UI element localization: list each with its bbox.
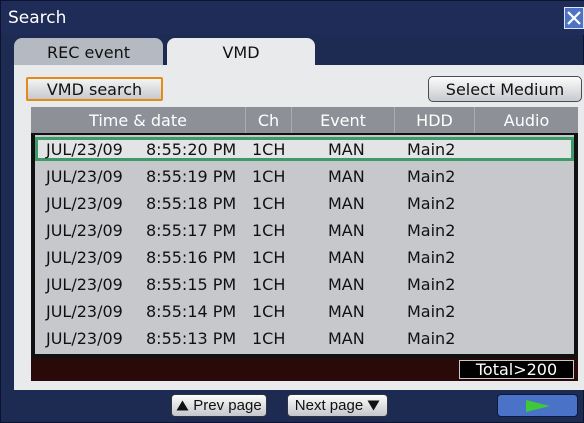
next-page-label: Next page xyxy=(294,397,364,414)
vmd-panel: VMD search Select Medium Time & date Ch … xyxy=(14,65,584,390)
header-event[interactable]: Event xyxy=(291,107,394,133)
row-hdd: Main2 xyxy=(407,139,456,159)
search-window: Search REC event VMD VMD search Select M… xyxy=(0,0,584,423)
vmd-search-button[interactable]: VMD search xyxy=(26,77,163,101)
row-time: 8:55:17 PM xyxy=(146,220,237,240)
row-date: JUL/23/09 xyxy=(46,193,123,213)
status-bar: Total>200 xyxy=(31,358,578,381)
select-medium-button[interactable]: Select Medium xyxy=(428,76,582,102)
row-ch: 1CH xyxy=(252,139,286,159)
row-date: JUL/23/09 xyxy=(46,247,123,267)
tab-vmd[interactable]: VMD xyxy=(167,38,315,66)
header-hdd[interactable]: HDD xyxy=(394,107,474,133)
row-ch: 1CH xyxy=(252,274,286,294)
row-hdd: Main2 xyxy=(407,274,456,294)
row-date: JUL/23/09 xyxy=(46,166,123,186)
total-count: Total>200 xyxy=(459,360,574,379)
row-hdd: Main2 xyxy=(407,193,456,213)
prev-page-label: Prev page xyxy=(193,397,262,414)
prev-page-button[interactable]: Prev page xyxy=(171,394,267,417)
table-row[interactable]: JUL/23/09 8:55:17 PM 1CH MAN Main2 xyxy=(35,218,574,242)
row-date: JUL/23/09 xyxy=(46,328,123,348)
row-date: JUL/23/09 xyxy=(46,301,123,321)
row-time: 8:55:13 PM xyxy=(146,328,237,348)
title-bar: Search xyxy=(1,1,584,35)
play-button[interactable] xyxy=(497,394,578,417)
row-event: MAN xyxy=(328,301,365,321)
close-button[interactable] xyxy=(564,7,584,29)
row-ch: 1CH xyxy=(252,193,286,213)
tab-rec-event[interactable]: REC event xyxy=(14,38,163,66)
row-ch: 1CH xyxy=(252,301,286,321)
table-row[interactable]: JUL/23/09 8:55:20 PM 1CH MAN Main2 xyxy=(35,137,574,161)
row-time: 8:55:16 PM xyxy=(146,247,237,267)
table-row[interactable]: JUL/23/09 8:55:13 PM 1CH MAN Main2 xyxy=(35,326,574,350)
row-hdd: Main2 xyxy=(407,247,456,267)
play-icon xyxy=(525,399,550,412)
row-event: MAN xyxy=(328,274,365,294)
row-event: MAN xyxy=(328,247,365,267)
row-hdd: Main2 xyxy=(407,301,456,321)
table-row[interactable]: JUL/23/09 8:55:14 PM 1CH MAN Main2 xyxy=(35,299,574,323)
row-time: 8:55:14 PM xyxy=(146,301,237,321)
header-audio[interactable]: Audio xyxy=(474,107,578,133)
row-time: 8:55:15 PM xyxy=(146,274,237,294)
row-event: MAN xyxy=(328,166,365,186)
results-list: JUL/23/09 8:55:20 PM 1CH MAN Main2 JUL/2… xyxy=(35,135,574,354)
triangle-down-icon xyxy=(367,400,380,411)
row-event: MAN xyxy=(328,193,365,213)
header-ch[interactable]: Ch xyxy=(245,107,291,133)
row-time: 8:55:20 PM xyxy=(146,139,237,159)
window-title: Search xyxy=(8,8,67,28)
row-time: 8:55:19 PM xyxy=(146,166,237,186)
row-event: MAN xyxy=(328,139,365,159)
row-ch: 1CH xyxy=(252,247,286,267)
results-table: JUL/23/09 8:55:20 PM 1CH MAN Main2 JUL/2… xyxy=(31,133,578,358)
table-row[interactable]: JUL/23/09 8:55:18 PM 1CH MAN Main2 xyxy=(35,191,574,215)
row-hdd: Main2 xyxy=(407,220,456,240)
row-date: JUL/23/09 xyxy=(46,139,123,159)
row-event: MAN xyxy=(328,220,365,240)
table-header: Time & date Ch Event HDD Audio xyxy=(31,107,578,133)
triangle-up-icon xyxy=(176,400,189,411)
row-ch: 1CH xyxy=(252,166,286,186)
header-time-date[interactable]: Time & date xyxy=(31,107,245,133)
table-row[interactable]: JUL/23/09 8:55:15 PM 1CH MAN Main2 xyxy=(35,272,574,296)
table-row[interactable]: JUL/23/09 8:55:19 PM 1CH MAN Main2 xyxy=(35,164,574,188)
tab-bar: REC event VMD xyxy=(1,35,584,66)
row-ch: 1CH xyxy=(252,328,286,348)
row-hdd: Main2 xyxy=(407,328,456,348)
row-date: JUL/23/09 xyxy=(46,220,123,240)
table-row[interactable]: JUL/23/09 8:55:16 PM 1CH MAN Main2 xyxy=(35,245,574,269)
row-ch: 1CH xyxy=(252,220,286,240)
row-hdd: Main2 xyxy=(407,166,456,186)
row-time: 8:55:18 PM xyxy=(146,193,237,213)
row-event: MAN xyxy=(328,328,365,348)
close-icon xyxy=(567,11,581,25)
next-page-button[interactable]: Next page xyxy=(287,394,388,417)
row-date: JUL/23/09 xyxy=(46,274,123,294)
